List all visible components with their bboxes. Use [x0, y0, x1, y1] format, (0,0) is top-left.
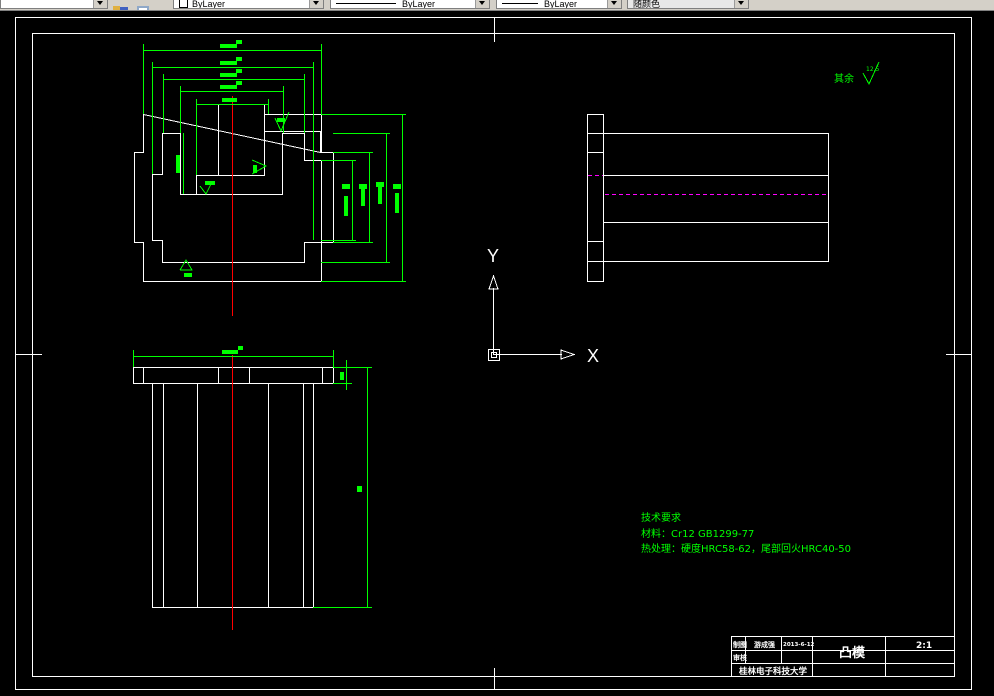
linetype-combo-value: ByLayer — [402, 0, 436, 9]
ucs-icon — [488, 274, 576, 361]
dim-text — [395, 193, 399, 213]
ucs-y-label: Y — [487, 246, 499, 266]
chevron-down-icon — [734, 0, 748, 8]
chevron-down-icon — [93, 0, 107, 8]
dim-text — [236, 57, 242, 61]
color-swatch — [179, 0, 188, 8]
tech-req-material: 材料：Cr12 GB1299-77 — [641, 527, 754, 540]
dim-text — [220, 85, 237, 89]
plotstyle-control-combo[interactable]: 随颜色 — [627, 0, 749, 9]
dim-text — [277, 118, 285, 122]
tech-req-heading: 技术要求 — [641, 511, 681, 524]
dim-text — [393, 184, 401, 189]
dim-text — [376, 182, 384, 187]
layer-manager-icon[interactable] — [112, 0, 130, 10]
ucs-x-label: X — [587, 346, 599, 366]
side-view-flange — [587, 114, 604, 282]
roughness-symbol — [179, 259, 193, 271]
tech-req-heat-treatment: 热处理：硬度HRC58-62，尾部回火HRC40-50 — [641, 542, 851, 555]
dim-text — [253, 165, 257, 173]
layer-dropdown-tail[interactable] — [0, 0, 108, 9]
dim-text — [236, 69, 242, 73]
dim-text — [342, 184, 350, 189]
roughness-value: 12.5 — [866, 66, 880, 73]
layer-state-icon[interactable] — [135, 0, 153, 10]
lineweight-combo-value: ByLayer — [544, 0, 578, 9]
linetype-control-combo[interactable]: ByLayer — [330, 0, 490, 9]
dim-text — [357, 486, 362, 492]
dim-text — [236, 40, 242, 44]
color-control-combo[interactable]: ByLayer — [173, 0, 324, 9]
linetype-preview — [336, 3, 396, 4]
title-part-name: 凸模 — [839, 645, 866, 661]
cad-drawing-canvas[interactable]: Y X 其余 12.5 技术要求 材料：Cr12 GB1299-77 热处理：硬… — [0, 10, 994, 696]
dim-text — [236, 81, 242, 85]
top-view-inner-profile — [152, 133, 322, 263]
top-view-slot — [218, 104, 265, 176]
dim-text — [220, 44, 237, 48]
title-date: 2013-6-12 — [783, 642, 815, 648]
plotstyle-combo-value: 随颜色 — [633, 0, 661, 9]
dim-text — [220, 61, 237, 65]
chevron-down-icon — [309, 0, 323, 8]
dim-text — [220, 73, 237, 77]
dim-text — [238, 346, 243, 350]
dim-text — [205, 181, 215, 185]
lineweight-preview — [502, 3, 538, 4]
chevron-down-icon — [475, 0, 489, 8]
title-drawer-name: 游成强 — [754, 640, 775, 649]
dim-text — [222, 350, 238, 354]
title-checked-label: 审核 — [733, 653, 747, 662]
top-view-outline — [134, 113, 334, 282]
dim-text — [340, 372, 344, 380]
front-view-flange — [133, 367, 334, 384]
dim-text — [359, 184, 367, 189]
side-view-body — [603, 133, 829, 262]
chevron-down-icon — [607, 0, 621, 8]
roughness-note: 其余 — [834, 72, 854, 85]
dim-text — [344, 196, 348, 216]
title-drawn-label: 制图 — [733, 640, 747, 649]
dim-text — [222, 98, 237, 102]
dim-text — [176, 155, 180, 173]
color-combo-value: ByLayer — [192, 0, 226, 9]
lineweight-control-combo[interactable]: ByLayer — [496, 0, 622, 9]
title-school: 桂林电子科技大学 — [738, 666, 808, 677]
dim-text — [184, 273, 192, 277]
title-scale: 2:1 — [916, 641, 932, 651]
